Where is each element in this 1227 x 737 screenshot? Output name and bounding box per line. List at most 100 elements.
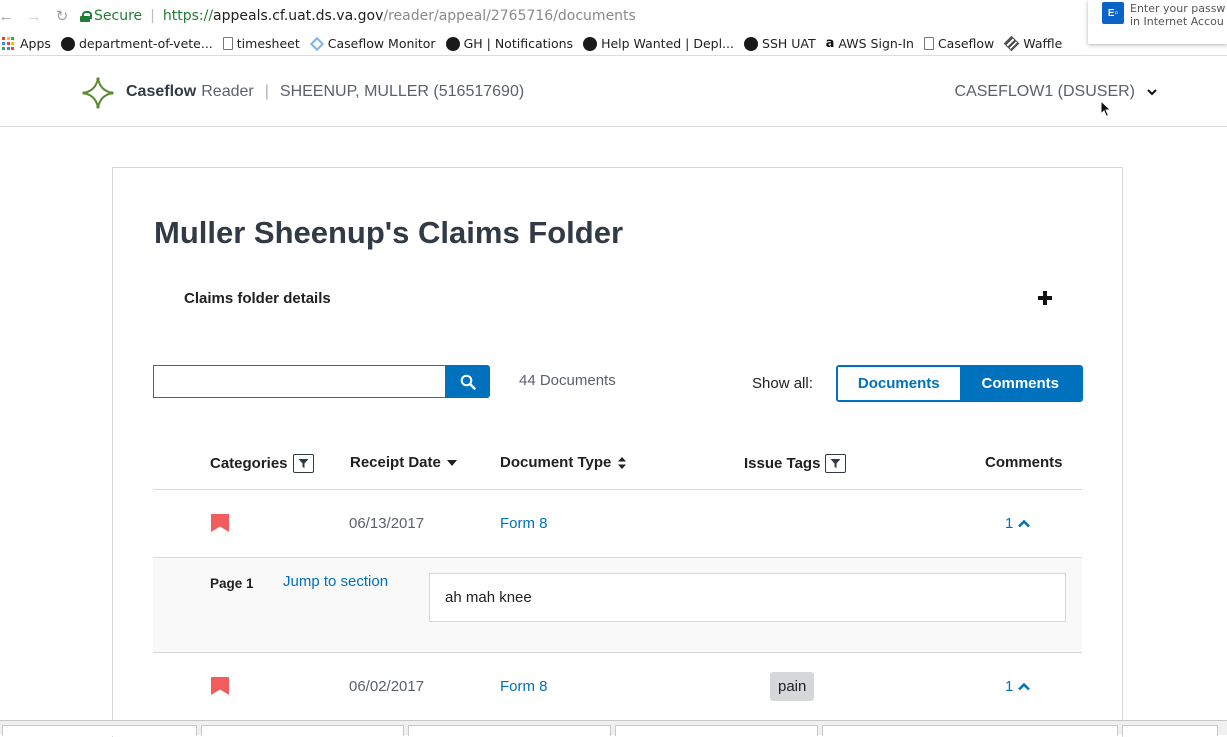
lock-icon [80, 10, 92, 22]
comment-row: Page 1 Jump to section ah mah knee [153, 558, 1082, 653]
issue-tags-header-label: Issue Tags [744, 455, 821, 472]
bookmark-label: AWS Sign-In [838, 36, 914, 51]
bookmark-waffle[interactable]: Waffle [1004, 35, 1063, 52]
page-title: Muller Sheenup's Claims Folder [154, 215, 624, 250]
back-icon[interactable]: ← [0, 6, 16, 26]
bookmark-label: Apps [20, 36, 51, 51]
issue-tags-header: Issue Tags [744, 454, 847, 473]
category-bookmark-icon [211, 514, 229, 532]
comments-toggle-button[interactable]: Comments [959, 367, 1081, 400]
taskbar-item[interactable] [822, 725, 1118, 736]
document-type-header-label: Document Type [500, 454, 612, 471]
document-type-link[interactable]: Form 8 [500, 678, 548, 695]
bookmark-label: Waffle [1023, 36, 1063, 51]
taskbar-item[interactable] [201, 725, 404, 736]
forward-icon[interactable]: → [24, 6, 44, 26]
bookmark-caseflow-monitor[interactable]: Caseflow Monitor [309, 36, 436, 51]
outlook-icon: E▫ [1102, 2, 1124, 24]
bookmark-ssh-uat[interactable]: SSH UAT [744, 36, 816, 51]
apps-grid-icon [2, 36, 16, 51]
bookmark-label: department-of-vete... [78, 36, 213, 51]
receipt-date-header[interactable]: Receipt Date [350, 454, 458, 471]
chevron-down-icon [1147, 89, 1157, 96]
receipt-date: 06/02/2017 [349, 678, 425, 695]
search-button[interactable] [445, 365, 490, 398]
veteran-name: SHEENUP, MULLER (516517690) [279, 83, 525, 100]
document-count: 44 Documents [519, 372, 616, 389]
github-icon [583, 36, 598, 51]
comment-count: 1 [1005, 678, 1014, 695]
view-toggle: Documents Comments [836, 365, 1083, 402]
document-type-link[interactable]: Form 8 [500, 515, 548, 532]
comments-header-label: Comments [985, 454, 1063, 471]
bookmark-label: Caseflow Monitor [327, 36, 436, 51]
claims-folder-details-toggle[interactable]: Claims folder details [184, 290, 331, 307]
categories-header: Categories [210, 454, 314, 473]
bookmark-help-wanted[interactable]: Help Wanted | Depl... [583, 36, 734, 51]
issue-tag: pain [770, 672, 815, 701]
app-subname: Reader [201, 83, 254, 100]
jump-to-section-link[interactable]: Jump to section [283, 573, 388, 590]
document-type-header[interactable]: Document Type [500, 454, 628, 471]
bookmark-caseflow[interactable]: Caseflow [923, 36, 995, 51]
chevron-up-icon [1018, 682, 1031, 691]
chevron-up-icon [1018, 519, 1031, 528]
url-field[interactable]: Secure | https://appeals.cf.uat.ds.va.go… [80, 4, 1090, 28]
table-divider [153, 489, 1082, 490]
bookmark-label: Caseflow [937, 36, 995, 51]
document-icon [222, 37, 233, 50]
taskbar-item[interactable] [2, 725, 197, 736]
bookmark-apps[interactable]: Apps [2, 36, 51, 51]
bookmark-label: timesheet [236, 36, 300, 51]
url-scheme: https:// [162, 8, 214, 24]
comment-count: 1 [1005, 515, 1014, 532]
claims-folder-card: Muller Sheenup's Claims Folder Claims fo… [112, 167, 1123, 737]
plus-icon[interactable] [1038, 291, 1052, 305]
receipt-date: 06/13/2017 [349, 515, 425, 532]
show-all-label: Show all: [752, 375, 813, 392]
bookmark-label: GH | Notifications [463, 36, 574, 51]
filter-icon[interactable] [825, 454, 847, 473]
notification-line-1: Enter your passw [1130, 2, 1226, 15]
github-icon [60, 36, 75, 51]
sort-icon [618, 456, 627, 469]
taskbar-item[interactable] [408, 725, 611, 736]
bookmark-gh-notifications[interactable]: GH | Notifications [445, 36, 574, 51]
notification-line-2: in Internet Accou [1130, 15, 1224, 28]
app-brand[interactable]: Caseflow Reader | SHEENUP, MULLER (51651… [126, 83, 524, 101]
url-divider: | [150, 8, 155, 24]
filter-icon[interactable] [292, 454, 314, 473]
taskbar [0, 720, 1227, 736]
browser-address-bar: ← → ↻ Secure | https://appeals.cf.uat.ds… [0, 0, 1227, 32]
search-icon [460, 374, 476, 390]
app-name: Caseflow [126, 83, 197, 100]
reload-icon[interactable]: ↻ [52, 6, 72, 26]
bookmark-label: Help Wanted | Depl... [601, 36, 735, 51]
bookmark-timesheet[interactable]: timesheet [222, 36, 300, 51]
amazon-icon: a [825, 36, 835, 51]
taskbar-item[interactable] [1122, 725, 1218, 736]
user-menu[interactable]: CASEFLOW1 (DSUSER) [955, 83, 1157, 101]
comment-count-toggle[interactable]: 1 [1005, 515, 1031, 532]
receipt-date-header-label: Receipt Date [350, 454, 441, 471]
comments-header: Comments [985, 454, 1063, 471]
bookmark-aws-sign-in[interactable]: a AWS Sign-In [826, 36, 914, 51]
categories-header-label: Categories [210, 455, 288, 472]
table-divider [153, 652, 1082, 653]
comment-count-toggle[interactable]: 1 [1005, 678, 1031, 695]
bookmark-label: SSH UAT [762, 36, 816, 51]
bookmark-department-of-vete[interactable]: department-of-vete... [60, 36, 213, 51]
taskbar-item[interactable] [615, 725, 818, 736]
caseflow-logo-icon[interactable] [82, 77, 114, 109]
waffle-icon [1004, 35, 1020, 52]
user-name: CASEFLOW1 (DSUSER) [954, 83, 1135, 100]
secure-indicator[interactable]: Secure [80, 8, 142, 24]
search-input[interactable] [153, 365, 445, 398]
documents-toggle-button[interactable]: Documents [838, 367, 960, 400]
comment-text: ah mah knee [429, 573, 1066, 622]
app-header: Caseflow Reader | SHEENUP, MULLER (51651… [0, 57, 1227, 127]
mouse-cursor-icon [1100, 100, 1112, 118]
sort-down-icon [446, 459, 457, 466]
url-host: appeals.cf.uat.ds.va.gov [213, 8, 384, 24]
secure-label: Secure [94, 8, 143, 24]
